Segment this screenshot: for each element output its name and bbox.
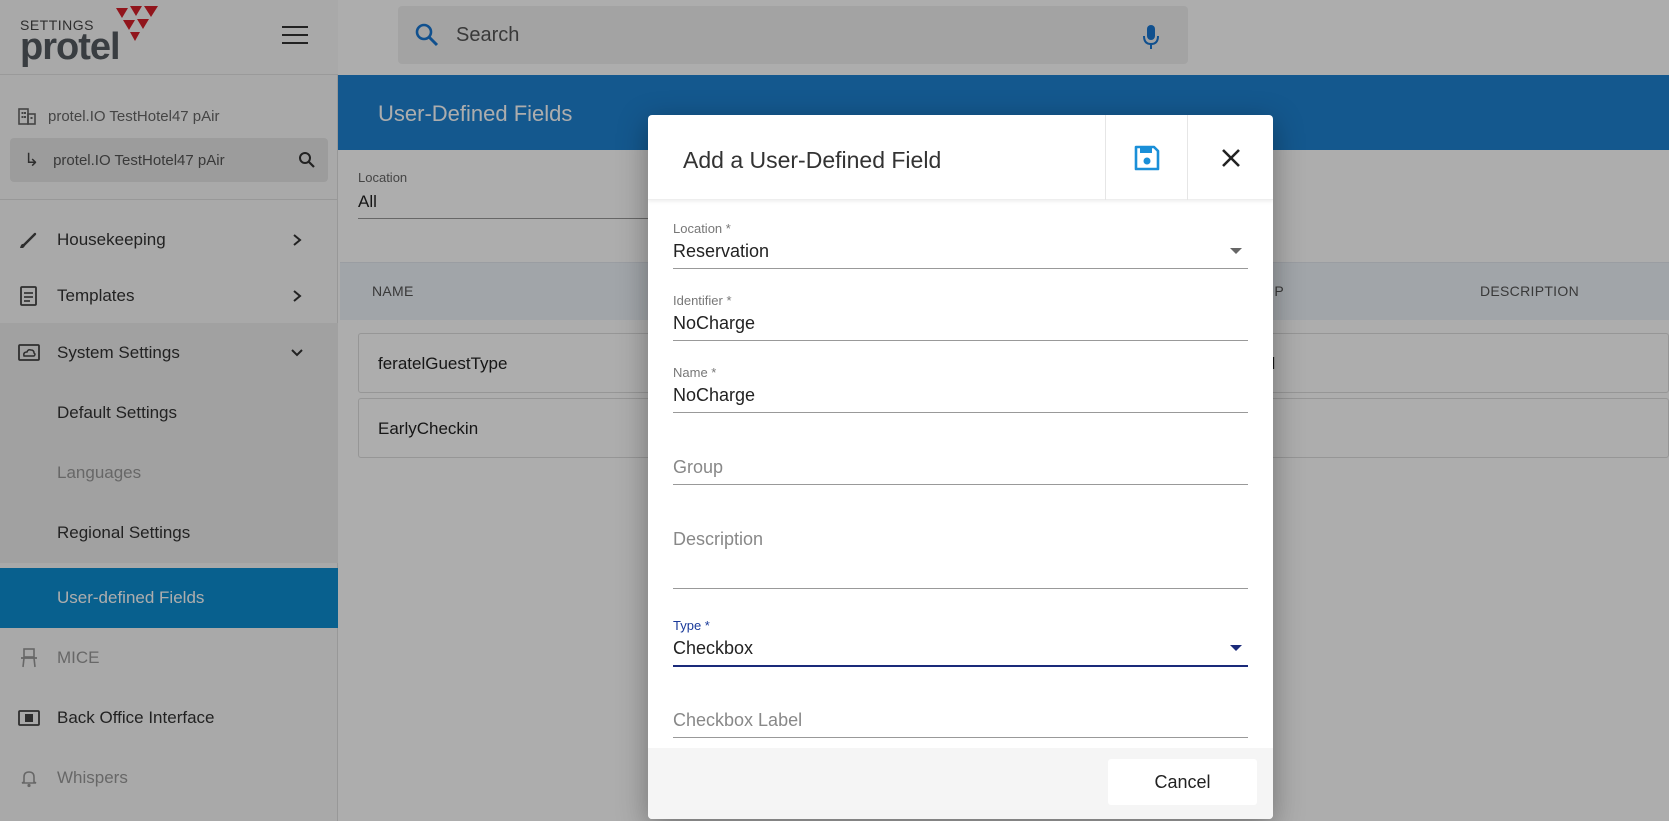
checkbox-label-placeholder: Checkbox Label	[673, 710, 803, 730]
location-field-label: Location *	[673, 221, 731, 236]
identifier-field-value: NoCharge	[673, 313, 756, 333]
field-underline	[673, 737, 1248, 738]
description-field[interactable]: Description	[673, 509, 1248, 589]
identifier-field[interactable]: Identifier * NoCharge	[673, 293, 1248, 343]
name-field[interactable]: Name * NoCharge	[673, 365, 1248, 415]
type-select[interactable]: Type * Checkbox	[673, 618, 1248, 670]
location-field-value: Reservation	[673, 241, 770, 261]
field-underline	[673, 588, 1248, 589]
group-field-placeholder: Group	[673, 457, 724, 477]
field-underline	[673, 340, 1248, 341]
dropdown-caret-icon	[1230, 248, 1242, 254]
add-user-defined-field-dialog: Add a User-Defined Field Location * Rese…	[648, 115, 1273, 819]
save-button[interactable]	[1105, 115, 1187, 200]
location-select[interactable]: Location * Reservation	[673, 221, 1248, 271]
save-icon	[1134, 145, 1159, 170]
dialog-title: Add a User-Defined Field	[683, 147, 942, 173]
dialog-footer: Cancel	[648, 748, 1273, 819]
field-underline	[673, 484, 1248, 485]
type-field-value: Checkbox	[673, 638, 754, 658]
description-field-placeholder: Description	[673, 529, 764, 549]
checkbox-label-field[interactable]: Checkbox Label	[673, 690, 1248, 740]
name-field-label: Name *	[673, 365, 717, 380]
close-icon	[1221, 148, 1240, 167]
group-field[interactable]: Group	[673, 437, 1248, 487]
type-field-label: Type *	[673, 618, 710, 633]
name-field-value: NoCharge	[673, 385, 756, 405]
field-underline-focused	[673, 665, 1248, 667]
cancel-button[interactable]: Cancel	[1108, 759, 1257, 805]
dropdown-caret-icon	[1230, 645, 1242, 651]
field-underline	[673, 412, 1248, 413]
close-button[interactable]	[1187, 115, 1273, 200]
field-underline	[673, 268, 1248, 269]
dialog-header: Add a User-Defined Field	[648, 115, 1273, 200]
identifier-field-label: Identifier *	[673, 293, 732, 308]
